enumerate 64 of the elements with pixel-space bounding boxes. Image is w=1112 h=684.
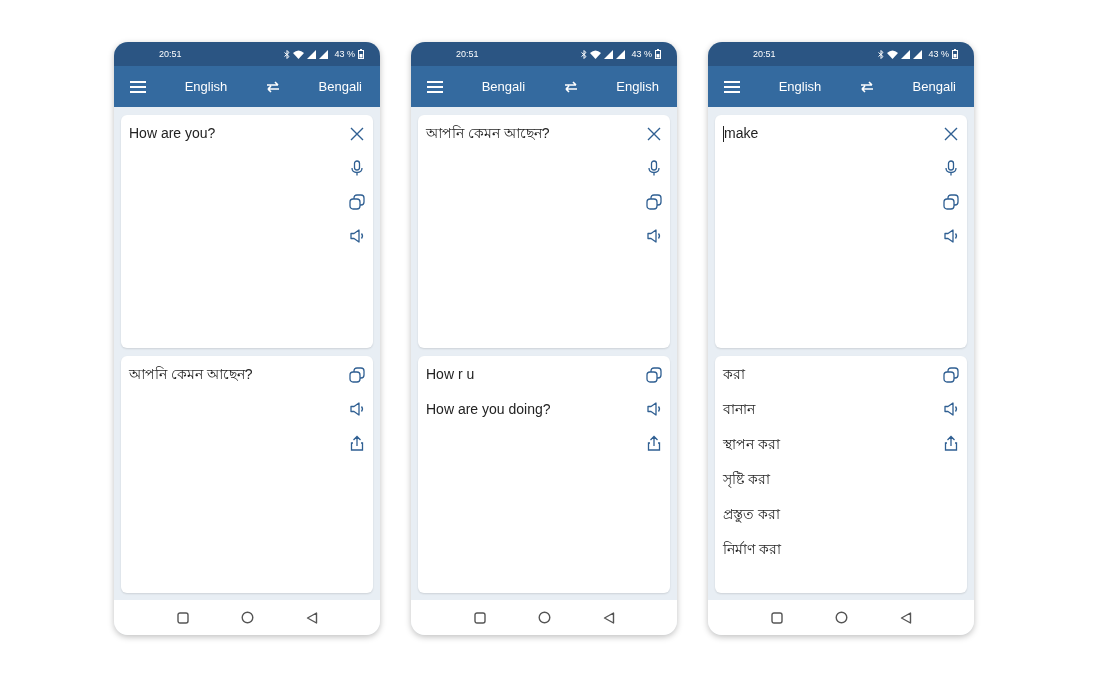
translation-text[interactable]: করা — [723, 366, 943, 383]
status-time: 20:51 — [159, 49, 182, 59]
translation-text[interactable]: প্রস্তুত করা — [723, 506, 943, 523]
speaker-icon[interactable] — [646, 401, 662, 417]
wifi-icon — [887, 49, 899, 59]
speaker-icon[interactable] — [646, 228, 662, 244]
close-icon[interactable] — [943, 126, 959, 142]
translation-text[interactable]: স্থাপন করা — [723, 436, 943, 453]
battery-icon — [952, 49, 958, 59]
wifi-icon — [293, 49, 305, 59]
copy-icon[interactable] — [349, 367, 365, 383]
recents-icon[interactable] — [473, 611, 486, 624]
microphone-icon[interactable] — [943, 160, 959, 176]
status-time: 20:51 — [456, 49, 479, 59]
speaker-icon[interactable] — [943, 228, 959, 244]
translation-text[interactable]: বানান — [723, 401, 943, 418]
share-icon[interactable] — [646, 435, 662, 451]
home-icon[interactable] — [240, 611, 254, 624]
text-cursor — [723, 125, 724, 142]
copy-icon[interactable] — [943, 367, 959, 383]
back-icon[interactable] — [899, 611, 912, 624]
target-language-button[interactable]: Bengali — [312, 75, 368, 98]
home-icon[interactable] — [834, 611, 848, 624]
translation-text[interactable]: নির্মাণ করা — [723, 541, 943, 558]
speaker-icon[interactable] — [349, 228, 365, 244]
copy-icon[interactable] — [349, 194, 365, 210]
home-icon[interactable] — [537, 611, 551, 624]
source-language-button[interactable]: Bengali — [475, 75, 532, 98]
translation-text[interactable]: How r u — [426, 366, 646, 383]
recents-icon[interactable] — [770, 611, 783, 624]
speaker-icon[interactable] — [349, 401, 365, 417]
back-icon[interactable] — [602, 611, 615, 624]
translation-text[interactable]: How are you doing? — [426, 401, 646, 418]
close-icon[interactable] — [349, 126, 365, 142]
bluetooth-icon — [878, 49, 885, 59]
share-icon[interactable] — [943, 435, 959, 451]
input-text[interactable]: make — [724, 125, 759, 142]
battery-percent: 43 % — [928, 49, 949, 59]
copy-icon[interactable] — [646, 194, 662, 210]
translation-text[interactable]: সৃষ্টি করা — [723, 471, 943, 488]
bluetooth-icon — [284, 49, 291, 59]
back-icon[interactable] — [305, 611, 318, 624]
recents-icon[interactable] — [176, 611, 189, 624]
copy-icon[interactable] — [646, 367, 662, 383]
battery-icon — [655, 49, 661, 59]
microphone-icon[interactable] — [349, 160, 365, 176]
battery-icon — [358, 49, 364, 59]
speaker-icon[interactable] — [943, 401, 959, 417]
translation-text[interactable]: আপনি কেমন আছেন? — [129, 366, 349, 383]
target-language-button[interactable]: English — [610, 75, 665, 98]
source-language-button[interactable]: English — [772, 75, 828, 98]
copy-icon[interactable] — [943, 194, 959, 210]
status-time: 20:51 — [753, 49, 776, 59]
source-language-button[interactable]: English — [178, 75, 234, 98]
share-icon[interactable] — [349, 435, 365, 451]
input-text[interactable]: আপনি কেমন আছেন? — [426, 125, 550, 142]
input-text[interactable]: How are you? — [129, 125, 216, 142]
battery-percent: 43 % — [334, 49, 355, 59]
battery-percent: 43 % — [631, 49, 652, 59]
bluetooth-icon — [581, 49, 588, 59]
close-icon[interactable] — [646, 126, 662, 142]
microphone-icon[interactable] — [646, 160, 662, 176]
wifi-icon — [590, 49, 602, 59]
target-language-button[interactable]: Bengali — [906, 75, 962, 98]
